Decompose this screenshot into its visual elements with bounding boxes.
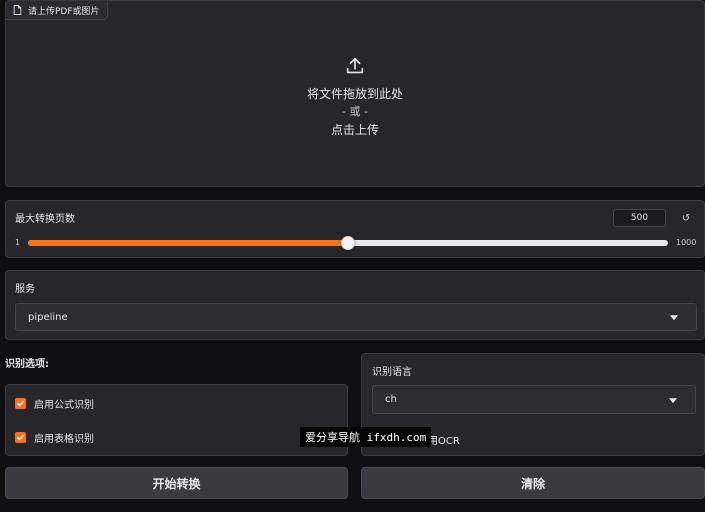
watermark-overlay: 爱分享导航 ifxdh.com (300, 427, 432, 447)
language-selected-value: ch (385, 394, 397, 405)
max-pages-label: 最大转换页数 (15, 214, 75, 225)
upload-prompt: 将文件拖放到此处 - 或 - 点击上传 (6, 55, 704, 139)
start-convert-button[interactable]: 开始转换 (5, 467, 348, 499)
service-selected-value: pipeline (28, 311, 68, 323)
max-pages-slider-panel: 最大转换页数 500 ↺ 1 1000 (5, 200, 705, 258)
recognition-options-heading: 识别选项: (5, 359, 49, 370)
clear-button[interactable]: 清除 (361, 467, 705, 499)
upload-label-tag: 请上传PDF或图片 (6, 1, 108, 20)
chevron-down-icon (669, 397, 677, 403)
table-recognition-checkbox[interactable]: 启用表格识别 (15, 430, 94, 445)
ocr-option-label[interactable]: 用OCR (428, 432, 460, 447)
table-recognition-label: 启用表格识别 (34, 434, 94, 445)
upload-icon (346, 57, 364, 74)
reset-icon[interactable]: ↺ (678, 209, 694, 227)
slider-min-label: 1 (15, 238, 21, 247)
formula-recognition-label: 启用公式识别 (34, 400, 94, 411)
drop-hint-text: 将文件拖放到此处 (306, 87, 403, 101)
checkbox-checked-icon[interactable] (15, 432, 26, 443)
click-upload-text[interactable]: 点击上传 (331, 121, 379, 139)
slider-max-label: 1000 (676, 238, 697, 247)
or-separator: - 或 - (342, 105, 368, 118)
app-page: 请上传PDF或图片 将文件拖放到此处 - 或 - 点击上传 最大转换页数 500… (0, 0, 705, 512)
recognition-options-panel: 启用公式识别 启用表格识别 (5, 384, 348, 456)
max-pages-number-input[interactable]: 500 (613, 209, 666, 227)
language-dropdown[interactable]: ch (372, 385, 696, 414)
slider-thumb[interactable] (340, 236, 355, 250)
chevron-down-icon (670, 315, 678, 321)
slider-track-fill (28, 240, 348, 246)
file-upload-dropzone[interactable]: 请上传PDF或图片 将文件拖放到此处 - 或 - 点击上传 (5, 0, 705, 187)
checkbox-checked-icon[interactable] (15, 398, 26, 409)
upload-label-text: 请上传PDF或图片 (28, 6, 100, 17)
file-icon (13, 5, 22, 15)
formula-recognition-checkbox[interactable]: 启用公式识别 (15, 396, 94, 411)
service-dropdown[interactable]: pipeline (15, 303, 697, 331)
language-label: 识别语言 (372, 367, 412, 378)
service-panel: 服务 pipeline (5, 270, 705, 340)
service-label: 服务 (15, 284, 35, 295)
